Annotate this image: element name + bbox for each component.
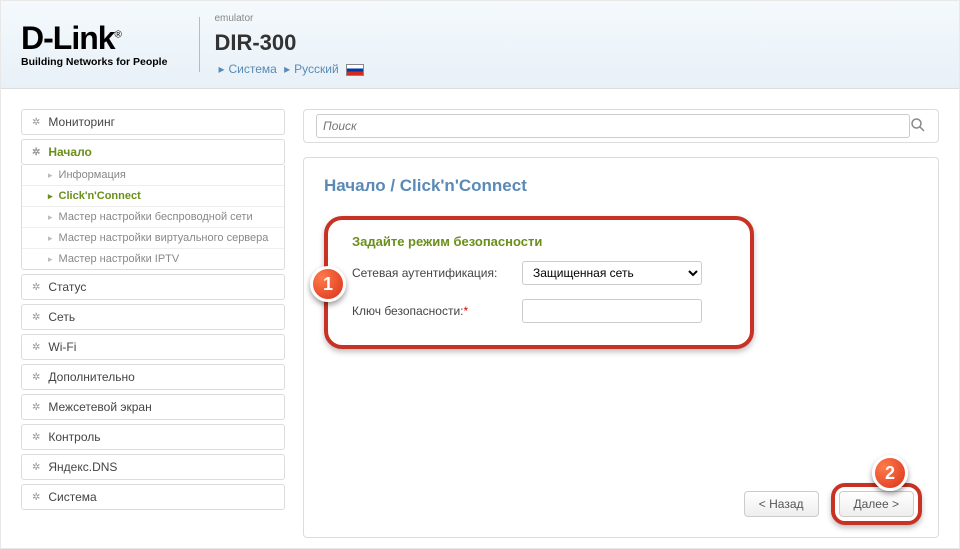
- gear-icon: ✲: [32, 282, 40, 293]
- annotation-marker-1: 1: [310, 266, 346, 302]
- sidebar-item-advanced[interactable]: ✲Дополнительно: [21, 364, 285, 390]
- security-key-input[interactable]: [522, 299, 702, 323]
- logo-subtitle: Building Networks for People: [21, 56, 167, 68]
- emulator-label: emulator: [214, 13, 364, 24]
- gear-icon: ✲: [32, 147, 40, 158]
- sidebar-item-control[interactable]: ✲Контроль: [21, 424, 285, 450]
- chevron-right-icon: ▸: [48, 233, 53, 244]
- sidebar-sub-info[interactable]: ▸Информация: [22, 165, 284, 185]
- security-section: 1 Задайте режим безопасности Сетевая аут…: [324, 216, 918, 349]
- highlight-form: 1 Задайте режим безопасности Сетевая аут…: [324, 216, 754, 349]
- gear-icon: ✲: [32, 402, 40, 413]
- sidebar-item-yandexdns[interactable]: ✲Яндекс.DNS: [21, 454, 285, 480]
- device-model: DIR-300: [214, 30, 364, 56]
- sidebar-item-wifi[interactable]: ✲Wi-Fi: [21, 334, 285, 360]
- sidebar-sublist: ▸Информация ▸Click'n'Connect ▸Мастер нас…: [21, 165, 285, 270]
- gear-icon: ✲: [32, 312, 40, 323]
- header: D-Link® Building Networks for People emu…: [1, 1, 959, 89]
- row-auth: Сетевая аутентификация: Защищенная сеть: [352, 261, 726, 285]
- auth-label: Сетевая аутентификация:: [352, 266, 522, 280]
- chevron-right-icon: ▸: [48, 212, 53, 223]
- sidebar: ✲Мониторинг ✲Начало ▸Информация ▸Click'n…: [21, 109, 285, 538]
- gear-icon: ✲: [32, 117, 40, 128]
- search-icon[interactable]: [910, 117, 926, 136]
- sidebar-item-monitoring[interactable]: ✲Мониторинг: [21, 109, 285, 135]
- sidebar-item-start[interactable]: ✲Начало: [21, 139, 285, 165]
- section-title: Задайте режим безопасности: [352, 234, 726, 249]
- chevron-right-icon: ▸: [48, 170, 53, 181]
- flag-icon: [346, 64, 364, 76]
- footer-buttons: < Назад 2 Далее >: [744, 483, 922, 525]
- sidebar-sub-clicknconnect[interactable]: ▸Click'n'Connect: [22, 185, 284, 206]
- divider: [199, 17, 200, 72]
- annotation-marker-2: 2: [872, 455, 908, 491]
- sidebar-sub-iptv-wizard[interactable]: ▸Мастер настройки IPTV: [22, 248, 284, 269]
- page-title: Начало / Click'n'Connect: [324, 176, 918, 196]
- highlight-next: 2 Далее >: [831, 483, 923, 525]
- key-label: Ключ безопасности:*: [352, 304, 522, 318]
- sidebar-item-firewall[interactable]: ✲Межсетевой экран: [21, 394, 285, 420]
- sidebar-sub-wireless-wizard[interactable]: ▸Мастер настройки беспроводной сети: [22, 206, 284, 227]
- sidebar-item-system[interactable]: ✲Система: [21, 484, 285, 510]
- logo: D-Link® Building Networks for People: [21, 22, 167, 68]
- crumb-language[interactable]: Русский: [294, 62, 339, 76]
- search-input[interactable]: [316, 114, 910, 138]
- breadcrumb: ▸Система ▸Русский: [214, 62, 364, 76]
- sidebar-sub-vserver-wizard[interactable]: ▸Мастер настройки виртуального сервера: [22, 227, 284, 248]
- sidebar-item-network[interactable]: ✲Сеть: [21, 304, 285, 330]
- chevron-right-icon: ▸: [48, 254, 53, 265]
- gear-icon: ✲: [32, 342, 40, 353]
- next-button[interactable]: Далее >: [839, 491, 915, 517]
- header-right: emulator DIR-300 ▸Система ▸Русский: [214, 13, 364, 76]
- back-button[interactable]: < Назад: [744, 491, 819, 517]
- search-box: [303, 109, 939, 143]
- sidebar-item-status[interactable]: ✲Статус: [21, 274, 285, 300]
- auth-select[interactable]: Защищенная сеть: [522, 261, 702, 285]
- chevron-right-icon: ▸: [48, 191, 53, 202]
- gear-icon: ✲: [32, 462, 40, 473]
- gear-icon: ✲: [32, 432, 40, 443]
- logo-text: D-Link®: [21, 22, 121, 54]
- main-panel: Начало / Click'n'Connect 1 Задайте режим…: [303, 109, 939, 538]
- content: Начало / Click'n'Connect 1 Задайте режим…: [303, 157, 939, 538]
- crumb-system[interactable]: Система: [228, 62, 276, 76]
- row-key: Ключ безопасности:*: [352, 299, 726, 323]
- gear-icon: ✲: [32, 492, 40, 503]
- gear-icon: ✲: [32, 372, 40, 383]
